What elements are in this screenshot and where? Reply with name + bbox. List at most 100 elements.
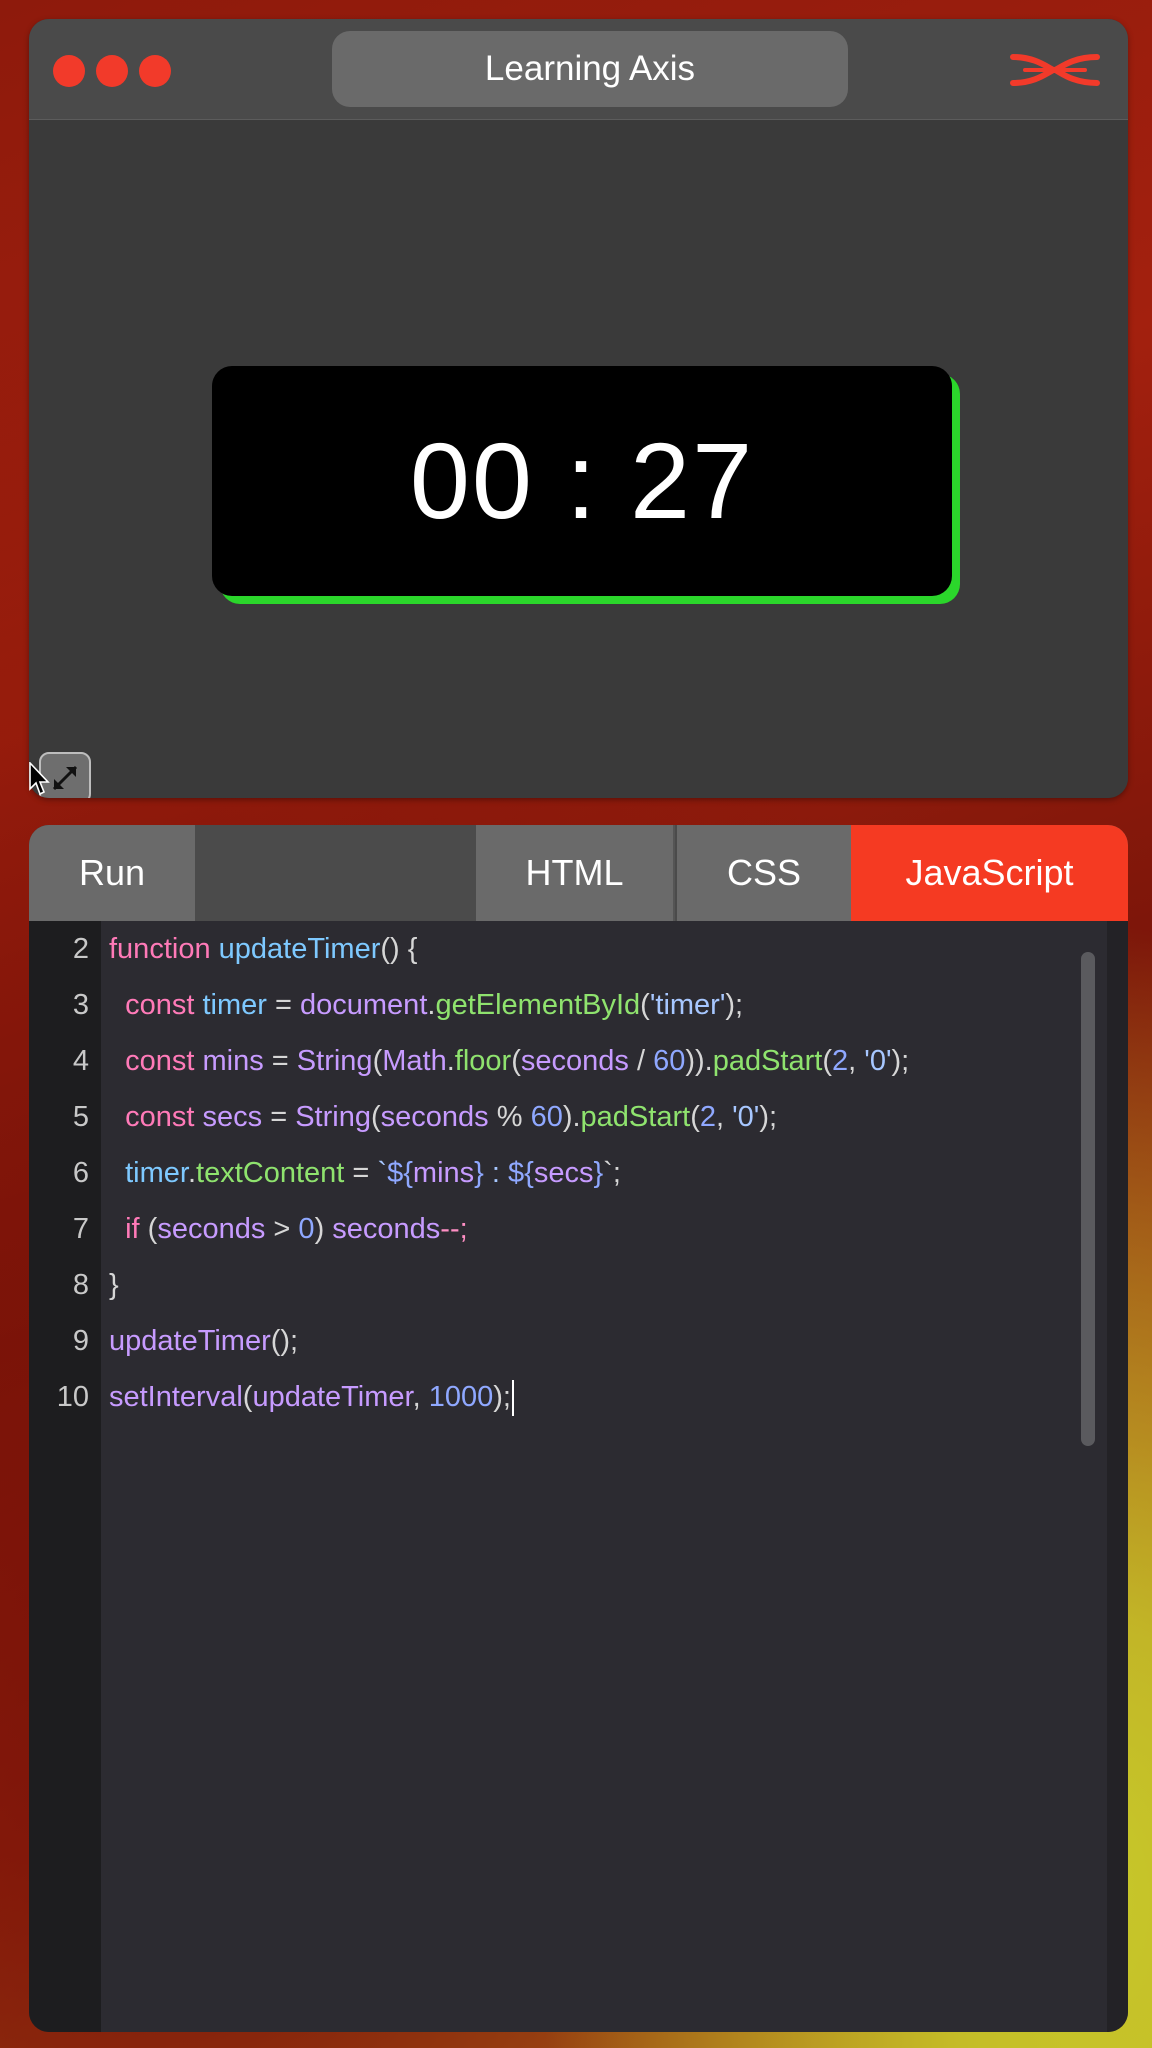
code-token: floor <box>454 1045 512 1077</box>
code-token: const <box>109 989 203 1021</box>
code-token: ( <box>372 1045 383 1077</box>
code-token: = <box>266 989 301 1021</box>
code-token: if <box>109 1213 148 1245</box>
code-token: getElementById <box>435 989 641 1021</box>
code-token: = <box>262 1101 296 1133</box>
editor-tabbar: Run HTML CSS JavaScript <box>29 825 1128 921</box>
code-line: if (seconds > 0) seconds--; <box>109 1209 468 1249</box>
code-token: mins <box>202 1045 264 1077</box>
code-token: , <box>716 1101 733 1133</box>
window-title: Learning Axis <box>332 31 848 107</box>
code-token: secs <box>533 1157 594 1189</box>
close-window-button[interactable] <box>53 55 85 87</box>
code-token: setInterval <box>109 1381 243 1413</box>
code-token: 2 <box>832 1045 849 1077</box>
preview-area: 00 : 27 <box>29 120 1128 798</box>
code-token: 2 <box>699 1101 716 1133</box>
code-line: const mins = String(Math.floor(seconds /… <box>109 1041 909 1081</box>
code-token: mins <box>412 1157 475 1189</box>
code-token: '0' <box>864 1045 892 1077</box>
code-token: ( <box>147 1213 158 1245</box>
code-token: } <box>593 1157 604 1189</box>
tab-javascript[interactable]: JavaScript <box>851 825 1128 921</box>
tab-html[interactable]: HTML <box>476 825 675 921</box>
code-token: = <box>344 1157 378 1189</box>
minimize-window-button[interactable] <box>96 55 128 87</box>
code-token: } <box>474 1157 484 1189</box>
code-token: ( <box>690 1101 700 1133</box>
code-token: , <box>848 1045 865 1077</box>
code-token: seconds <box>332 1213 441 1245</box>
code-token: ); <box>759 1101 778 1133</box>
timer-display: 00 : 27 <box>212 366 952 596</box>
code-token: seconds <box>520 1045 629 1077</box>
code-token: (); <box>270 1325 299 1357</box>
code-token: function <box>109 933 219 965</box>
code-token: timer <box>202 989 267 1021</box>
tab-css[interactable]: CSS <box>677 825 851 921</box>
code-token: ${ <box>508 1157 534 1189</box>
code-token: ); <box>891 1045 910 1077</box>
mouse-pointer-icon <box>29 762 50 796</box>
code-token: updateTimer <box>252 1381 413 1413</box>
expand-arrows-icon <box>52 765 78 791</box>
code-token: textContent <box>196 1157 345 1189</box>
preview-window: Learning Axis 00 : 27 <box>29 19 1128 798</box>
code-token: 1000 <box>428 1381 494 1413</box>
code-token: 'timer' <box>649 989 726 1021</box>
code-line: } <box>109 1265 119 1305</box>
code-token: const <box>109 1101 203 1133</box>
code-token: ( <box>640 989 650 1021</box>
code-token: timer <box>109 1157 188 1189</box>
code-token: const <box>109 1045 203 1077</box>
code-token: 60 <box>653 1045 686 1077</box>
code-token: ${ <box>387 1157 413 1189</box>
code-token: String <box>296 1045 373 1077</box>
scrollbar-thumb[interactable] <box>1081 952 1095 1446</box>
code-token: document <box>300 989 428 1021</box>
code-token: seconds <box>380 1101 489 1133</box>
code-editor: Run HTML CSS JavaScript 2 3 4 5 6 7 8 9 … <box>29 825 1128 2032</box>
code-line: const secs = String ( seconds % 60).padSta… <box>109 1097 777 1137</box>
learning-axis-logo-icon <box>1010 54 1100 86</box>
code-line: timer.textContent = `${mins} : ${secs}`; <box>109 1153 621 1193</box>
code-text-area[interactable]: function updateTimer() { const timer = d… <box>29 921 1107 2032</box>
code-token: --; <box>440 1213 468 1245</box>
code-token: Math <box>382 1045 447 1077</box>
code-token: String <box>295 1101 371 1133</box>
maximize-window-button[interactable] <box>139 55 171 87</box>
code-token: : <box>483 1157 509 1189</box>
code-token: padStart <box>580 1101 691 1133</box>
run-button[interactable]: Run <box>29 825 195 921</box>
text-caret <box>511 1380 514 1417</box>
code-token: ( <box>822 1045 833 1077</box>
code-token: )). <box>685 1045 713 1077</box>
code-token: () { <box>380 933 418 965</box>
code-token: seconds <box>157 1213 266 1245</box>
code-line: function updateTimer() { <box>109 929 417 969</box>
code-token: , <box>412 1381 429 1413</box>
code-token: 0 <box>298 1213 315 1245</box>
code-token: > <box>265 1213 299 1245</box>
code-token: . <box>187 1157 197 1189</box>
code-token: } <box>109 1269 119 1301</box>
code-token: . <box>446 1045 455 1077</box>
code-token: ` <box>377 1157 388 1189</box>
code-token: secs <box>202 1101 263 1133</box>
code-token: ); <box>725 989 744 1021</box>
code-token: 60 <box>530 1101 563 1133</box>
code-token: % <box>488 1101 531 1133</box>
code-token: '0' <box>732 1101 760 1133</box>
code-token: updateTimer <box>109 1325 271 1357</box>
code-token: updateTimer <box>218 933 381 965</box>
code-token: = <box>263 1045 297 1077</box>
code-token: ). <box>562 1101 581 1133</box>
code-token: ( <box>511 1045 521 1077</box>
code-token: padStart <box>712 1045 823 1077</box>
scrollbar-track[interactable] <box>1107 921 1128 2032</box>
code-line: const timer = document.getElementById('t… <box>109 985 743 1025</box>
code-token: `; <box>603 1157 621 1189</box>
code-token: ); <box>493 1381 511 1413</box>
code-line: updateTimer(); <box>109 1321 298 1361</box>
titlebar: Learning Axis <box>29 19 1128 120</box>
